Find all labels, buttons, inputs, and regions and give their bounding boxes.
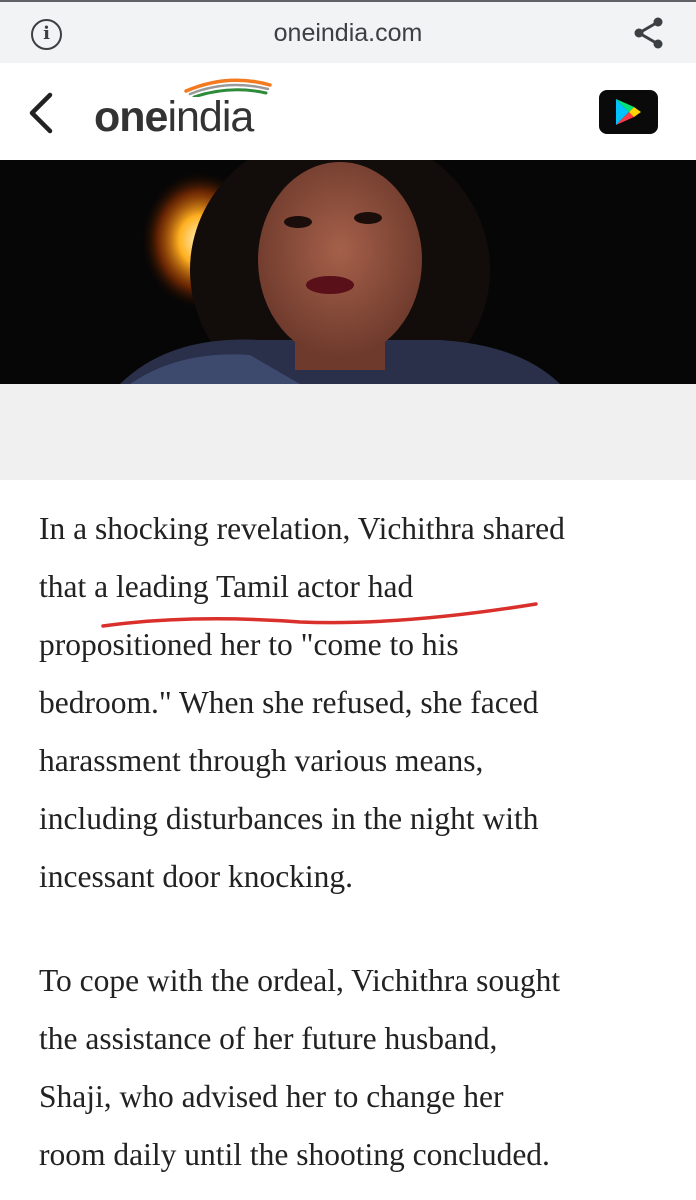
google-play-icon[interactable]: [599, 90, 658, 134]
article-hero-image: [0, 160, 696, 384]
logo-india: india: [167, 93, 254, 141]
article-paragraph-2: To cope with the ordeal, Vichithra sough…: [39, 963, 561, 1172]
article-body: In a shocking revelation, Vichithra shar…: [39, 500, 669, 1184]
logo-text: oneindia: [94, 93, 254, 142]
hero-illustration: [0, 160, 696, 384]
url-text[interactable]: oneindia.com: [0, 19, 696, 48]
browser-url-bar: i oneindia.com: [0, 0, 696, 63]
site-header: oneindia: [0, 63, 696, 160]
oneindia-logo[interactable]: oneindia: [94, 73, 294, 153]
chevron-left-icon[interactable]: [26, 91, 56, 135]
share-icon[interactable]: [632, 16, 666, 50]
logo-one: one: [94, 93, 168, 141]
ad-placeholder: [0, 384, 696, 480]
article-paragraph-1: In a shocking revelation, Vichithra shar…: [39, 511, 565, 894]
